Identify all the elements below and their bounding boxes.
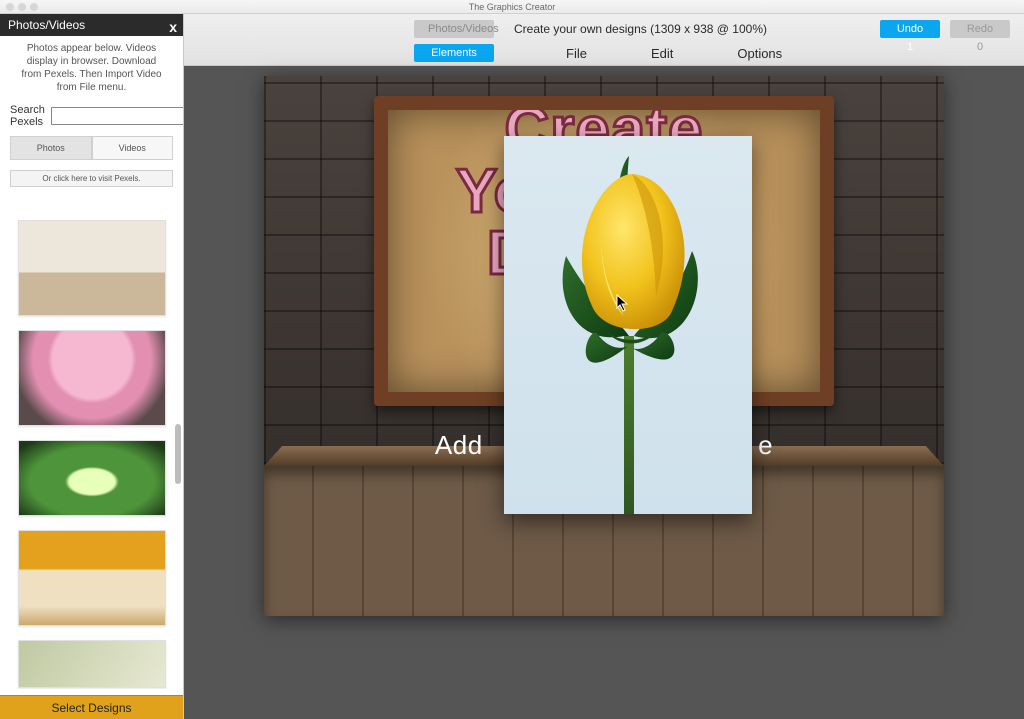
top-toolbar: Photos/Videos Create your own designs (1… <box>184 14 1024 66</box>
thumbnail-item[interactable] <box>18 440 166 516</box>
canvas-area[interactable]: Your Own Create Design! Add e <box>184 66 1024 719</box>
subtitle-left: Add <box>435 430 483 460</box>
search-label: Search Pexels <box>10 104 45 128</box>
tab-videos[interactable]: Videos <box>92 136 174 160</box>
sidebar-scrollbar[interactable] <box>175 214 181 685</box>
rose-image[interactable] <box>504 136 752 514</box>
traffic-lights <box>6 3 38 11</box>
photos-videos-button[interactable]: Photos/Videos <box>414 20 494 38</box>
app-title: The Graphics Creator <box>469 2 556 12</box>
design-canvas[interactable]: Your Own Create Design! Add e <box>264 76 944 616</box>
thumbnail-list <box>0 214 183 689</box>
menu-edit[interactable]: Edit <box>651 46 673 61</box>
visit-pexels-link[interactable]: Or click here to visit Pexels. <box>10 170 173 187</box>
search-input[interactable] <box>51 107 184 125</box>
search-row: Search Pexels <box>0 100 183 132</box>
menu-options[interactable]: Options <box>737 46 782 61</box>
subtitle-right: e <box>758 430 773 460</box>
tab-photos[interactable]: Photos <box>10 136 92 160</box>
thumbnail-item[interactable] <box>18 330 166 426</box>
zoom-dot-icon[interactable] <box>30 3 38 11</box>
sidebar-title: Photos/Videos <box>8 18 85 32</box>
sidebar-info: Photos appear below. Videos display in b… <box>0 36 183 100</box>
scrollbar-thumb[interactable] <box>175 424 181 484</box>
sidebar-tabs: Photos Videos <box>10 136 173 160</box>
sidebar: Photos/Videos x Photos appear below. Vid… <box>0 14 184 719</box>
thumbnail-item[interactable] <box>18 640 166 688</box>
thumbnail-item[interactable] <box>18 220 166 316</box>
undo-button[interactable]: Undo 1 <box>880 20 940 38</box>
sidebar-header: Photos/Videos x <box>0 14 183 36</box>
rose-icon <box>504 136 752 514</box>
window-titlebar: The Graphics Creator <box>0 0 1024 14</box>
document-title: Create your own designs (1309 x 938 @ 10… <box>514 22 767 36</box>
thumbnail-item[interactable] <box>18 530 166 626</box>
close-icon[interactable]: x <box>169 16 177 38</box>
close-dot-icon[interactable] <box>6 3 14 11</box>
app-frame: Photos/Videos x Photos appear below. Vid… <box>0 14 1024 719</box>
select-designs-button[interactable]: Select Designs <box>0 695 183 719</box>
menu-file[interactable]: File <box>566 46 587 61</box>
elements-button[interactable]: Elements <box>414 44 494 62</box>
redo-button[interactable]: Redo 0 <box>950 20 1010 38</box>
cursor-icon <box>616 294 630 312</box>
minimize-dot-icon[interactable] <box>18 3 26 11</box>
